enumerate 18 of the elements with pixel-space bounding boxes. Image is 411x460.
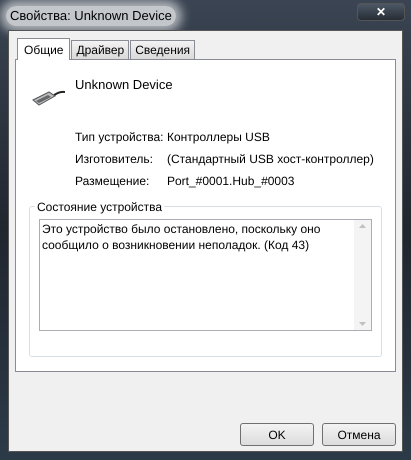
cancel-button[interactable]: Отмена [322, 423, 396, 446]
property-value: (Стандартный USB хост-контроллер) [167, 151, 374, 166]
tab[interactable]: Общие [17, 38, 70, 60]
property-value: Контроллеры USB [167, 129, 270, 144]
property-label: Тип устройства: [75, 129, 164, 144]
scroll-up-icon[interactable] [359, 224, 366, 228]
scroll-down-icon[interactable] [359, 322, 366, 326]
property-label: Изготовитель: [75, 151, 154, 166]
window-title: Свойства: Unknown Device [6, 6, 176, 26]
close-button[interactable]: ✕ [357, 3, 405, 21]
status-message: Это устройство было остановлено, поскольку оно сообщило о возникновении неполадок. (Код 43) [41, 221, 322, 254]
ok-button[interactable]: OK [240, 423, 314, 446]
tab[interactable]: Драйвер [71, 40, 130, 59]
device-name: Unknown Device [75, 76, 173, 94]
tab[interactable]: Сведения [130, 40, 196, 59]
property-value: Port_#0001.Hub_#0003 [167, 173, 294, 188]
property-label: Размещение: [75, 173, 150, 188]
usb-plug-icon [31, 88, 65, 108]
